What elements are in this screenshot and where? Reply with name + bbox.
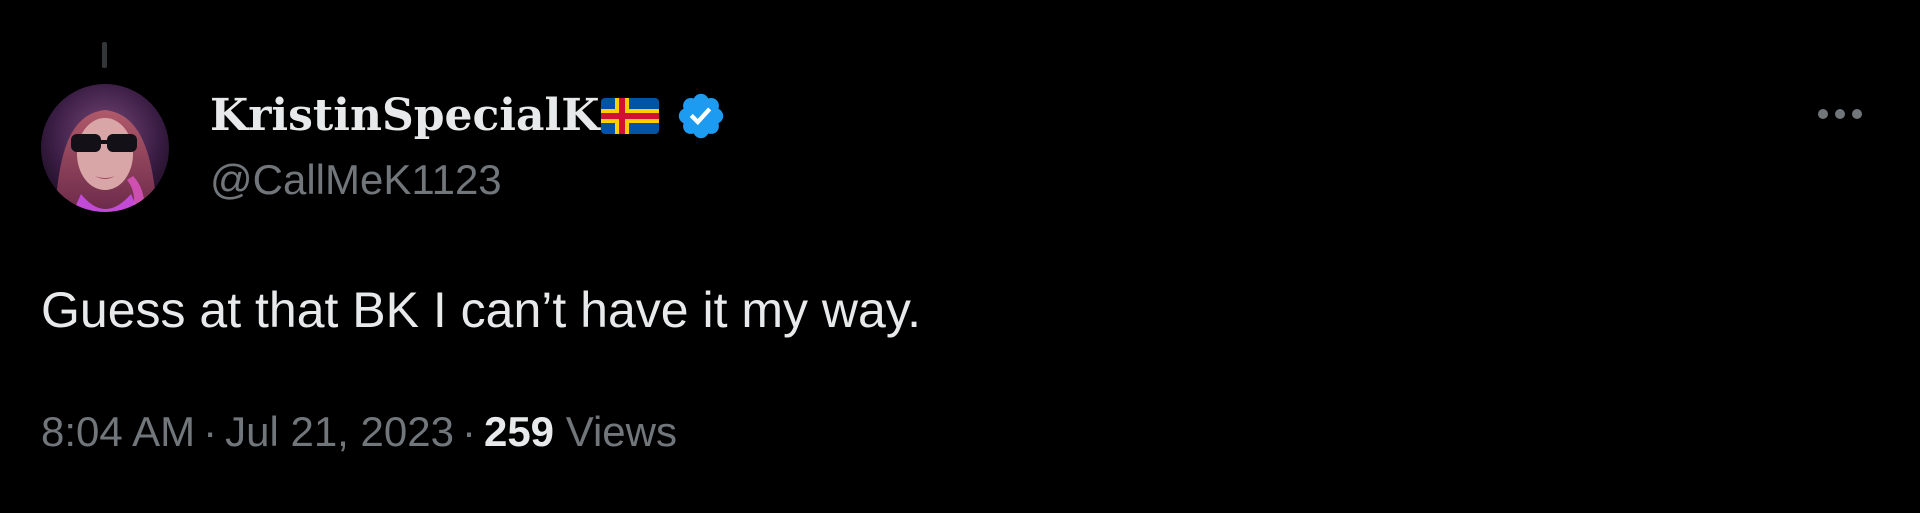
separator: ·	[203, 408, 218, 455]
tweet-time[interactable]: 8:04 AM	[41, 408, 195, 455]
more-options-icon	[1818, 109, 1862, 119]
user-handle[interactable]: @CallMeK1123	[210, 152, 502, 208]
thread-line	[102, 42, 107, 68]
tweet-card: KristinSpecialK @CallMeK1123 Guess at th…	[0, 0, 1920, 513]
views-label: Views	[565, 408, 677, 455]
separator: ·	[461, 408, 476, 455]
tweet-metadata: 8:04 AM · Jul 21, 2023 · 259 Views	[41, 404, 677, 460]
avatar[interactable]	[41, 84, 169, 212]
author-name-row[interactable]: KristinSpecialK	[210, 90, 727, 142]
more-options-button[interactable]	[1810, 94, 1870, 134]
display-name[interactable]: KristinSpecialK	[210, 90, 599, 142]
views-count: 259	[483, 408, 555, 455]
verified-badge-icon[interactable]	[675, 90, 727, 142]
aland-flag-icon	[601, 96, 660, 136]
tweet-text: Guess at that BK I can’t have it my way.	[41, 282, 922, 338]
tweet-date[interactable]: Jul 21, 2023	[225, 408, 454, 455]
